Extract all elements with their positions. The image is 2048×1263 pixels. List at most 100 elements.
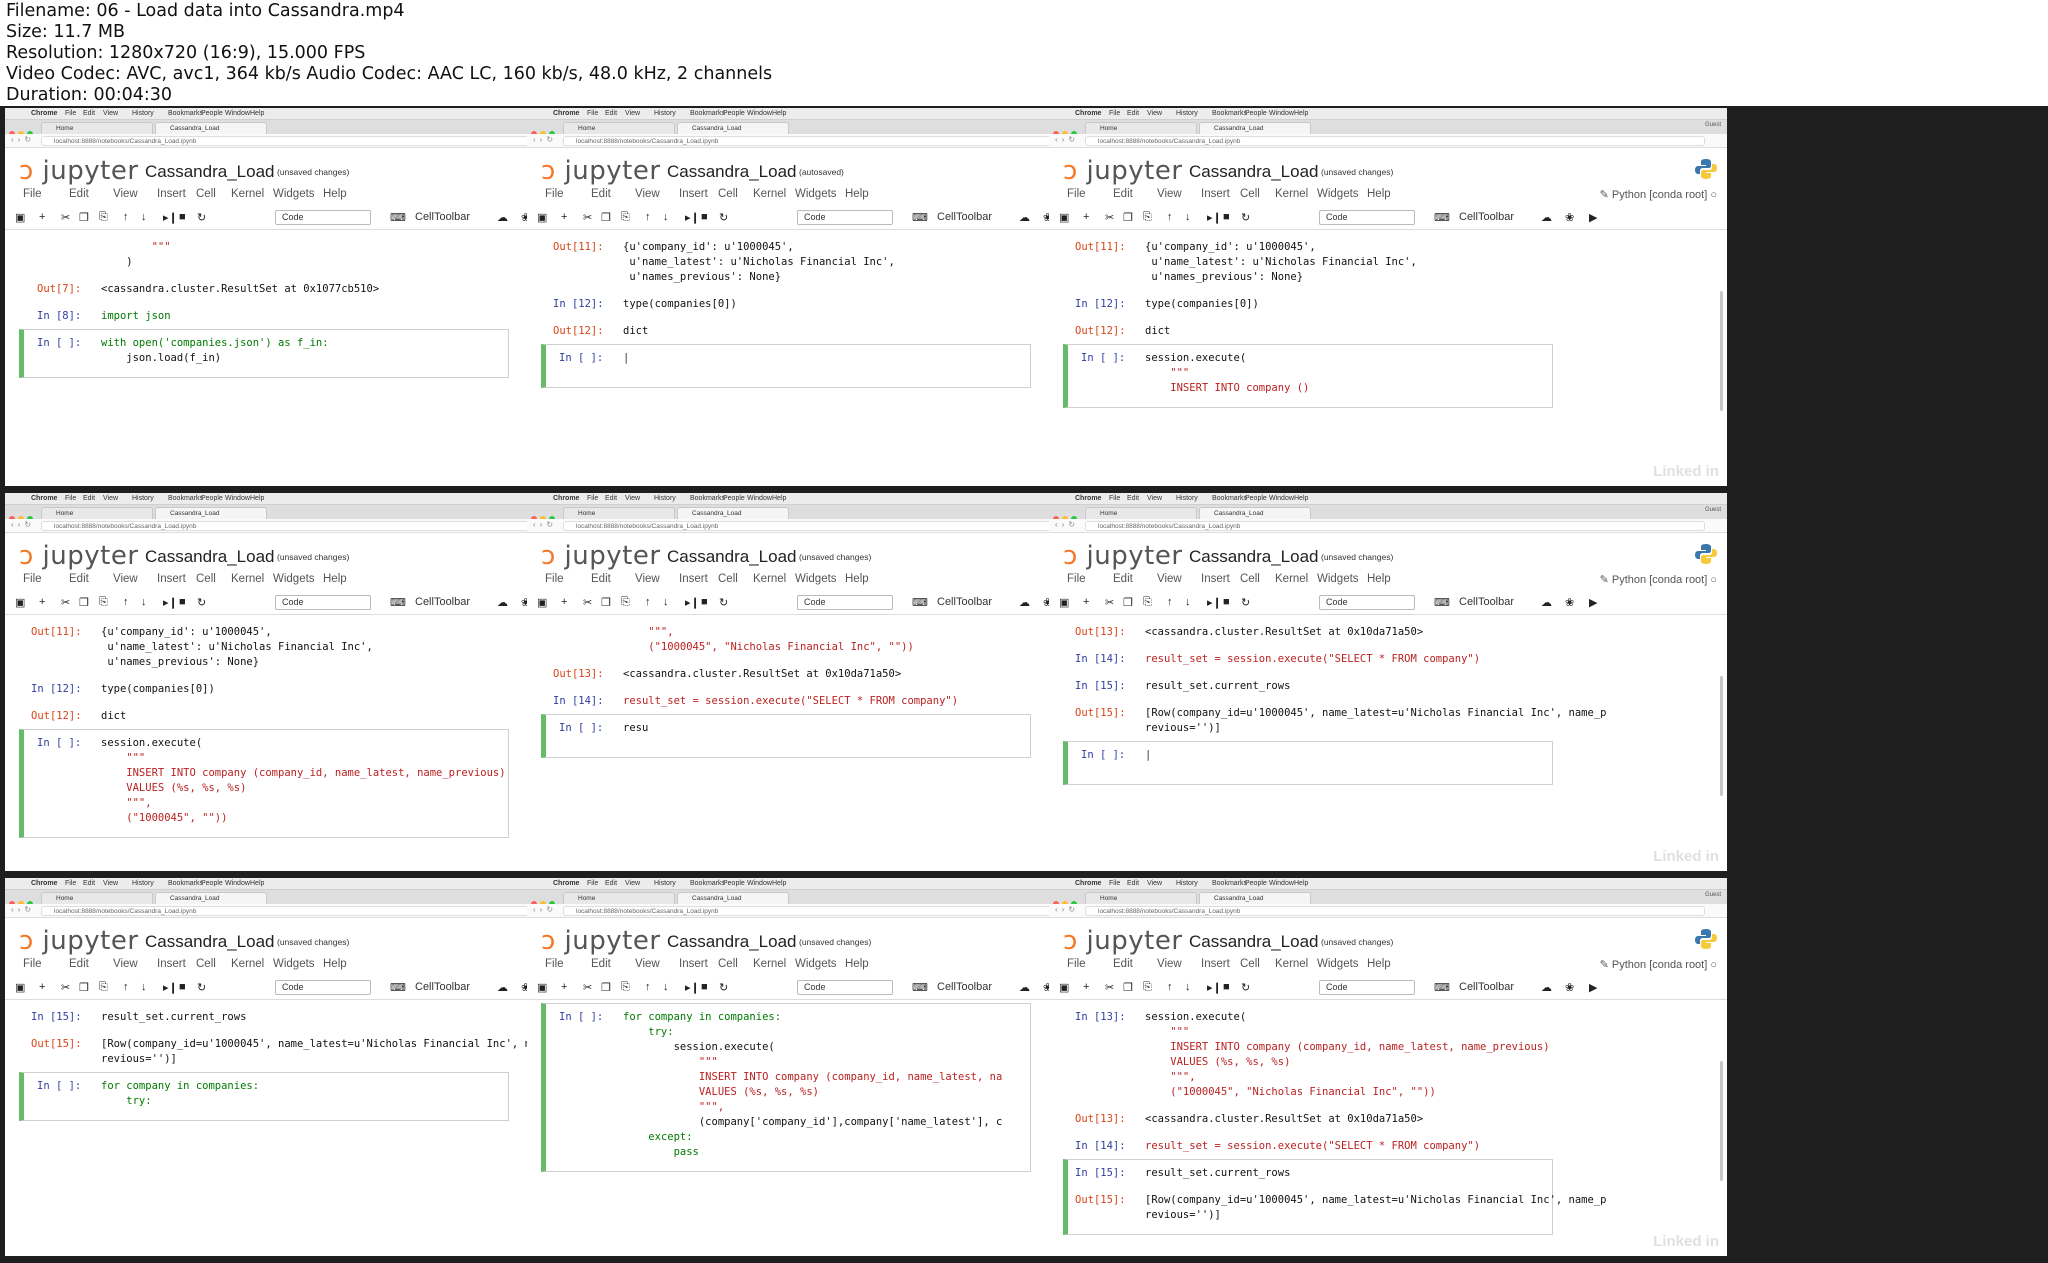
code-line[interactable]: u'name_latest': u'Nicholas Financial Inc…: [623, 256, 895, 268]
run-icon[interactable]: ▸❙: [685, 211, 700, 224]
code-line[interactable]: VALUES (%s, %s, %s): [101, 782, 246, 794]
code-line[interactable]: result_set.current_rows: [1145, 680, 1290, 692]
menu-bar-item[interactable]: Chrome: [553, 878, 579, 890]
jupyter-logo[interactable]: ɔ jupyter: [19, 156, 139, 186]
menu-bar-item[interactable]: Window: [1269, 493, 1294, 505]
menu-item[interactable]: Widgets: [273, 573, 315, 585]
menu-bar-item[interactable]: History: [1176, 493, 1198, 505]
gift-icon[interactable]: ❀: [1565, 596, 1574, 609]
guest-profile[interactable]: Guest: [1705, 122, 1721, 128]
menu-bar-item[interactable]: File: [65, 108, 76, 120]
menu-item[interactable]: File: [545, 958, 564, 970]
menu-bar-item[interactable]: Bookmarks: [690, 108, 725, 120]
menu-item[interactable]: Help: [1367, 573, 1391, 585]
selected-cell[interactable]: [541, 714, 1031, 758]
menu-item[interactable]: Insert: [1201, 573, 1230, 585]
menu-item[interactable]: Help: [323, 188, 347, 200]
code-line[interactable]: [Row(company_id=u'1000045', name_latest=…: [1145, 707, 1606, 719]
jupyter-logo[interactable]: ɔ jupyter: [1063, 541, 1183, 571]
menu-bar-item[interactable]: Window: [747, 878, 772, 890]
notebook-title[interactable]: Cassandra_Load: [1189, 547, 1318, 567]
edit-pencil-icon[interactable]: ✎: [1600, 189, 1612, 201]
code-line[interactable]: dict: [101, 710, 126, 722]
nav-arrows-icon[interactable]: ‹›↻: [533, 905, 557, 914]
menu-item[interactable]: Help: [845, 573, 869, 585]
code-line[interactable]: """: [101, 752, 145, 764]
menu-item[interactable]: Insert: [679, 188, 708, 200]
menu-bar-item[interactable]: Chrome: [1075, 108, 1101, 120]
menu-bar-item[interactable]: Chrome: [31, 878, 57, 890]
jupyter-logo[interactable]: ɔ jupyter: [19, 541, 139, 571]
cloud-upload-icon[interactable]: ☁: [1019, 211, 1030, 224]
menu-item[interactable]: Edit: [591, 573, 611, 585]
youtube-icon[interactable]: ▶: [1589, 211, 1597, 224]
menu-bar-item[interactable]: People: [723, 493, 745, 505]
jupyter-logo[interactable]: ɔ jupyter: [541, 926, 661, 956]
menu-bar-item[interactable]: Edit: [605, 493, 617, 505]
code-line[interactable]: for company in companies:: [101, 1080, 259, 1092]
copy-icon[interactable]: ❐: [1123, 596, 1133, 609]
menu-bar-item[interactable]: Edit: [83, 493, 95, 505]
code-line[interactable]: session.execute(: [623, 1041, 775, 1053]
youtube-icon[interactable]: ▶: [1589, 981, 1597, 994]
scrollbar[interactable]: [1720, 1061, 1723, 1181]
cell-type-select[interactable]: Code: [1319, 210, 1415, 225]
tab-notebook[interactable]: Cassandra_Load: [155, 122, 267, 134]
restart-icon[interactable]: ↻: [197, 981, 206, 994]
cut-icon[interactable]: ✂: [61, 211, 70, 224]
add-cell-icon[interactable]: +: [39, 596, 45, 608]
code-line[interactable]: import json: [101, 310, 171, 322]
nav-arrows-icon[interactable]: ‹›↻: [1055, 520, 1079, 529]
cell-type-select[interactable]: Code: [797, 595, 893, 610]
cell-type-select[interactable]: Code: [797, 210, 893, 225]
keyboard-icon[interactable]: ⌨: [390, 211, 406, 224]
tab-notebook[interactable]: Cassandra_Load: [1199, 892, 1311, 904]
cut-icon[interactable]: ✂: [61, 981, 70, 994]
menu-bar-item[interactable]: People: [201, 108, 223, 120]
menu-bar-item[interactable]: Edit: [1127, 108, 1139, 120]
menu-bar-item[interactable]: Window: [225, 878, 250, 890]
code-line[interactable]: revious='')]: [101, 1053, 177, 1065]
move-down-icon[interactable]: ↓: [1185, 211, 1191, 223]
menu-bar-item[interactable]: Chrome: [553, 493, 579, 505]
save-icon[interactable]: ▣: [1059, 596, 1069, 609]
menu-item[interactable]: Cell: [1240, 188, 1260, 200]
menu-bar-item[interactable]: File: [587, 493, 598, 505]
move-up-icon[interactable]: ↑: [645, 596, 651, 608]
menu-item[interactable]: File: [1067, 958, 1086, 970]
code-line[interactable]: {u'company_id': u'1000045',: [101, 626, 272, 638]
code-line[interactable]: [Row(company_id=u'1000045', name_latest=…: [1145, 1194, 1606, 1206]
menu-item[interactable]: File: [23, 573, 42, 585]
menu-item[interactable]: Widgets: [1317, 188, 1359, 200]
code-line[interactable]: {u'company_id': u'1000045',: [1145, 241, 1316, 253]
menu-item[interactable]: Cell: [718, 958, 738, 970]
paste-icon[interactable]: ⎘: [99, 211, 108, 224]
menu-bar-item[interactable]: People: [201, 493, 223, 505]
save-icon[interactable]: ▣: [1059, 981, 1069, 994]
menu-bar-item[interactable]: People: [1245, 493, 1267, 505]
menu-bar-item[interactable]: History: [132, 493, 154, 505]
copy-icon[interactable]: ❐: [601, 211, 611, 224]
nav-arrows-icon[interactable]: ‹›↻: [11, 905, 35, 914]
menu-bar-item[interactable]: Window: [747, 108, 772, 120]
stop-icon[interactable]: ■: [701, 596, 708, 608]
keyboard-icon[interactable]: ⌨: [1434, 596, 1450, 609]
save-icon[interactable]: ▣: [15, 211, 25, 224]
stop-icon[interactable]: ■: [179, 211, 186, 223]
code-line[interactable]: """,: [101, 797, 151, 809]
notebook-title[interactable]: Cassandra_Load: [145, 547, 274, 567]
move-up-icon[interactable]: ↑: [123, 981, 129, 993]
menu-item[interactable]: Kernel: [1275, 958, 1308, 970]
move-down-icon[interactable]: ↓: [141, 211, 147, 223]
add-cell-icon[interactable]: +: [561, 596, 567, 608]
menu-item[interactable]: Help: [323, 958, 347, 970]
menu-item[interactable]: Edit: [69, 958, 89, 970]
tab-notebook[interactable]: Cassandra_Load: [677, 122, 789, 134]
menu-bar-item[interactable]: Chrome: [1075, 493, 1101, 505]
menu-item[interactable]: File: [23, 188, 42, 200]
menu-item[interactable]: Insert: [157, 188, 186, 200]
menu-item[interactable]: Help: [323, 573, 347, 585]
menu-bar-item[interactable]: Chrome: [31, 493, 57, 505]
add-cell-icon[interactable]: +: [39, 981, 45, 993]
restart-icon[interactable]: ↻: [197, 596, 206, 609]
